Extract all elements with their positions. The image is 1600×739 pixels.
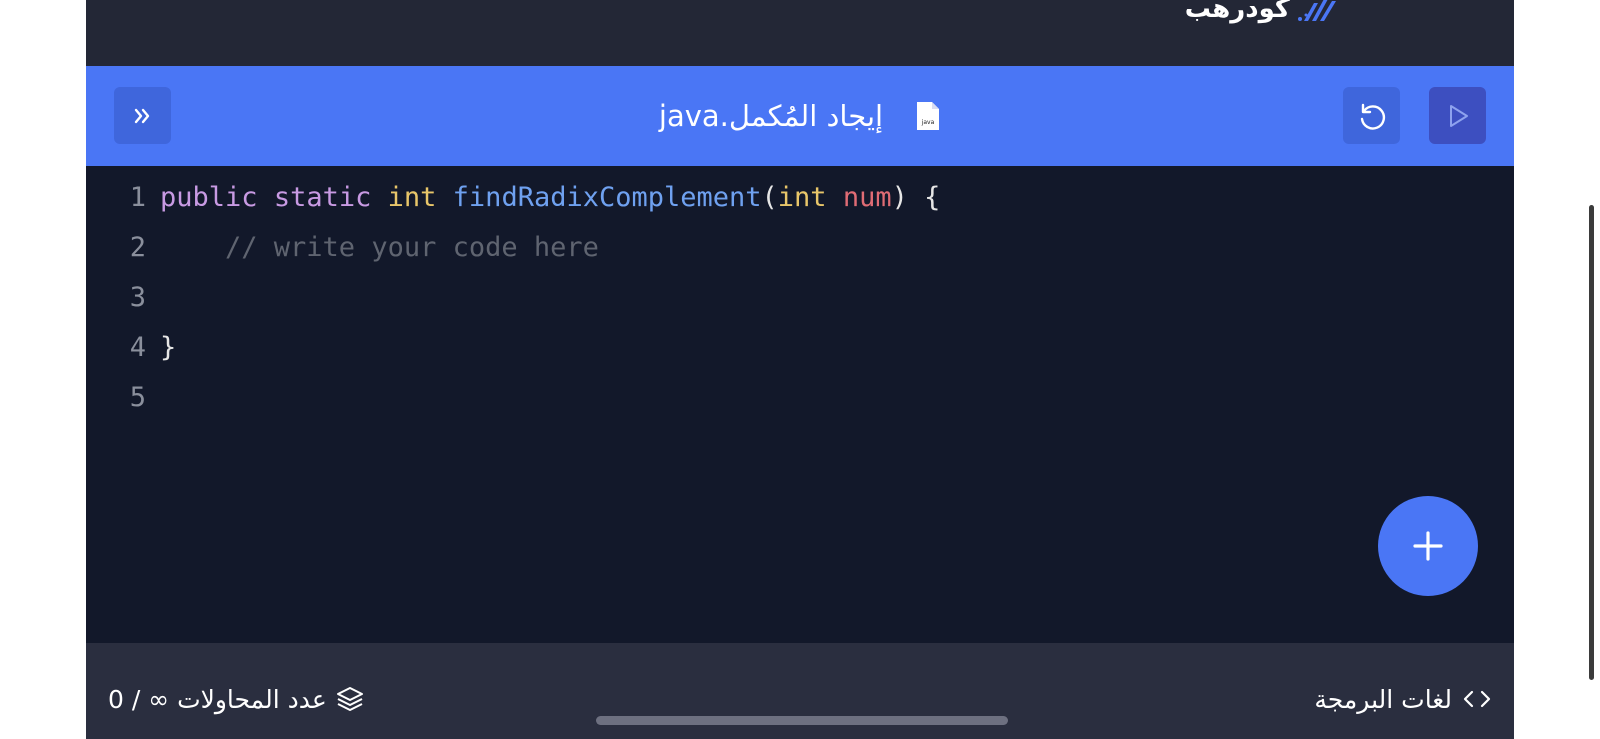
logo-mark-icon xyxy=(1298,0,1336,21)
token-type: int xyxy=(777,181,827,213)
attempts-value: 0 / ∞ xyxy=(108,684,170,714)
line-number: 4 xyxy=(129,331,146,363)
app-frame: كودرهب إيجاد المُكمل.java java 1 public … xyxy=(86,0,1514,739)
attempts-counter[interactable]: 0 / ∞ عدد المحاولات xyxy=(108,679,365,719)
logo-text: كودرهب xyxy=(1184,0,1290,24)
file-title: إيجاد المُكمل.java java xyxy=(86,94,1514,138)
reset-icon xyxy=(1360,103,1385,130)
reset-button[interactable] xyxy=(1343,87,1400,144)
line-number: 1 xyxy=(129,181,146,213)
add-button[interactable] xyxy=(1378,496,1478,596)
code-icon xyxy=(1463,690,1491,708)
java-file-icon: java xyxy=(917,102,940,130)
token-param: num xyxy=(842,181,892,213)
code-line: 5 xyxy=(86,372,160,422)
languages-label: لغات البرمجة xyxy=(1314,684,1452,714)
play-icon xyxy=(1449,104,1468,127)
page-scrollbar[interactable] xyxy=(1589,205,1594,680)
code-line: 4 } xyxy=(86,322,177,372)
home-indicator xyxy=(596,716,1008,725)
footer-bar: 0 / ∞ عدد المحاولات لغات البرمجة xyxy=(86,643,1514,739)
token-punct: ( xyxy=(761,181,778,213)
line-number: 5 xyxy=(129,381,146,413)
layers-icon xyxy=(336,687,363,711)
top-bar: كودرهب xyxy=(86,0,1514,66)
file-name: إيجاد المُكمل.java xyxy=(658,99,884,133)
token-keyword: static xyxy=(273,181,372,213)
code-line: 1 public static int findRadixComplement(… xyxy=(86,172,941,222)
attempts-label: عدد المحاولات xyxy=(177,684,327,714)
token-function: findRadixComplement xyxy=(452,181,762,213)
run-button[interactable] xyxy=(1429,87,1486,144)
token-type: int xyxy=(387,181,437,213)
code-line: 2 // write your code here xyxy=(86,222,599,272)
plus-icon xyxy=(1413,531,1443,561)
file-bar: إيجاد المُكمل.java java xyxy=(86,66,1514,166)
code-comment: // write your code here xyxy=(160,231,599,263)
brand-logo[interactable]: كودرهب xyxy=(1185,0,1336,26)
line-number: 3 xyxy=(129,281,146,313)
token-punct: ) { xyxy=(891,181,941,213)
languages-menu[interactable]: لغات البرمجة xyxy=(1314,679,1492,719)
code-editor[interactable]: 1 public static int findRadixComplement(… xyxy=(86,166,1514,643)
token-keyword: public xyxy=(160,181,258,213)
code-text: } xyxy=(160,331,177,363)
code-line: 3 xyxy=(86,272,160,322)
line-number: 2 xyxy=(129,231,146,263)
svg-text:java: java xyxy=(921,119,935,126)
